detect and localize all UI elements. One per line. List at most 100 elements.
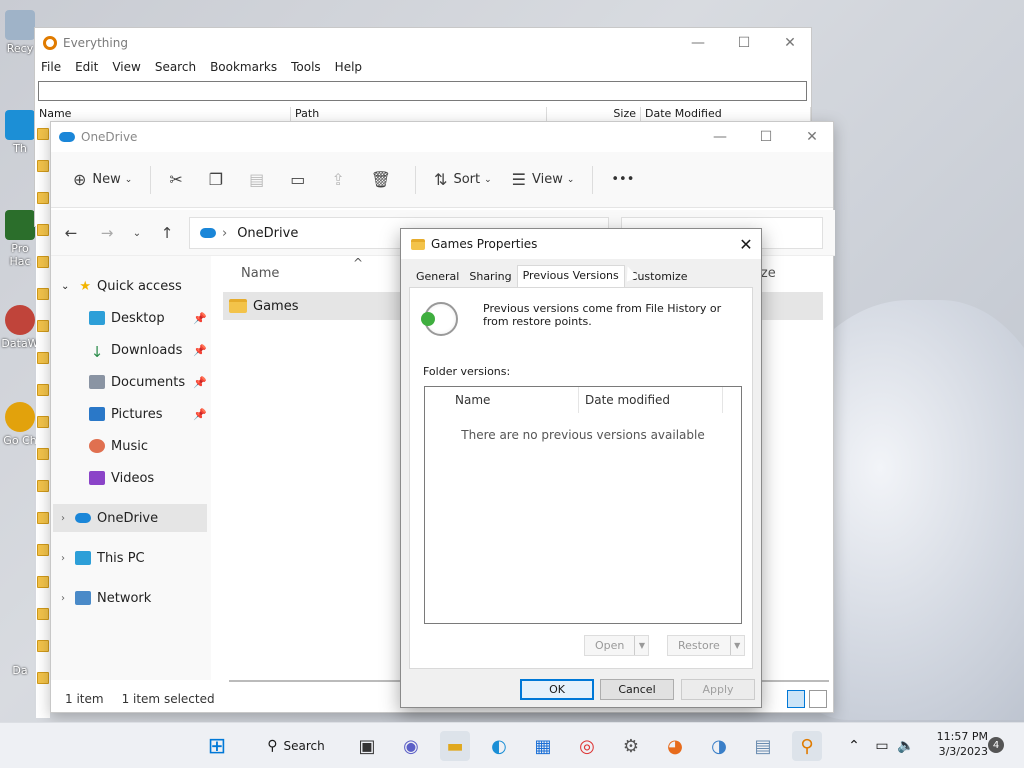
view-toggles xyxy=(787,690,827,708)
paste-button[interactable]: ▤ xyxy=(239,163,280,197)
chevron-down-icon: ⌄ xyxy=(566,174,575,185)
desktop-icon-6[interactable]: Da xyxy=(0,664,40,677)
everything-search-input[interactable] xyxy=(38,81,807,101)
maximize-icon[interactable]: ☐ xyxy=(721,28,767,58)
forward-arrow-icon[interactable]: → xyxy=(91,210,123,256)
everything-search-icon[interactable]: ⚲ xyxy=(792,731,822,761)
breadcrumb-separator-icon: › xyxy=(222,225,228,241)
date-text: 3/3/2023 xyxy=(938,745,988,758)
recent-locations-chevron-icon[interactable]: ⌄ xyxy=(121,210,153,256)
notification-badge[interactable]: 4 xyxy=(988,737,1004,753)
network-status-icon[interactable]: ▭ xyxy=(870,731,894,761)
restore-label: Restore xyxy=(678,639,720,652)
column-date-modified[interactable]: Date modified xyxy=(579,387,723,413)
new-button[interactable]: ⊕ New ⌄ xyxy=(63,163,142,197)
music-icon xyxy=(89,439,105,453)
open-split-button[interactable]: Open ▼ xyxy=(584,635,650,656)
tab-sharing[interactable]: Sharing xyxy=(464,267,516,287)
menu-file[interactable]: File xyxy=(41,60,61,78)
pin-icon: 📌 xyxy=(193,311,207,325)
desktop-icon-4[interactable]: DataW xyxy=(0,305,40,350)
sidebar-item-quick-access[interactable]: ⌄ ★ Quick access xyxy=(61,272,211,300)
sidebar-item-desktop[interactable]: Desktop 📌 xyxy=(89,304,207,332)
menu-view[interactable]: View xyxy=(112,60,140,78)
menu-bookmarks[interactable]: Bookmarks xyxy=(210,60,277,78)
delete-button[interactable]: 🗑 xyxy=(361,163,407,197)
view-list-icon: ☰ xyxy=(511,170,526,189)
menu-search[interactable]: Search xyxy=(155,60,196,78)
taskbar-search-button[interactable]: ⚲ Search xyxy=(254,731,338,761)
menu-help[interactable]: Help xyxy=(335,60,362,78)
sidebar-item-label: This PC xyxy=(97,550,145,566)
sidebar-item-onedrive[interactable]: › OneDrive xyxy=(53,504,207,532)
sidebar-item-music[interactable]: Music xyxy=(89,432,205,460)
tab-previous-versions[interactable]: Previous Versions xyxy=(516,265,625,287)
sidebar-item-network[interactable]: › Network xyxy=(61,584,211,612)
sidebar-item-documents[interactable]: Documents 📌 xyxy=(89,368,207,396)
desktop-icon-5[interactable]: Go Ch xyxy=(0,402,40,447)
share-button[interactable]: ⇪ xyxy=(321,163,360,197)
edge-browser-icon[interactable]: ◐ xyxy=(484,731,514,761)
more-options-button[interactable]: ••• xyxy=(601,163,644,197)
sidebar-item-this-pc[interactable]: › This PC xyxy=(61,544,211,572)
column-name[interactable]: Name xyxy=(425,387,579,413)
tiles-view-icon[interactable] xyxy=(809,690,827,708)
network-icon xyxy=(75,591,91,605)
app-eyes-icon[interactable]: ◑ xyxy=(704,731,734,761)
chevron-down-icon[interactable]: ▼ xyxy=(634,636,648,655)
minimize-icon[interactable]: — xyxy=(675,28,721,58)
menu-edit[interactable]: Edit xyxy=(75,60,98,78)
sidebar-item-videos[interactable]: Videos xyxy=(89,464,205,492)
column-name[interactable]: Name xyxy=(241,266,279,281)
search-label: Search xyxy=(283,739,325,753)
time-text: 11:57 PM xyxy=(936,730,988,743)
everything-file-column xyxy=(36,128,50,718)
rename-icon: ▭ xyxy=(290,170,306,189)
restore-split-button[interactable]: Restore ▼ xyxy=(667,635,745,656)
app-icon xyxy=(5,210,35,240)
chat-icon[interactable]: ◉ xyxy=(396,731,426,761)
chevron-right-icon: › xyxy=(61,592,65,604)
store-icon[interactable]: ▦ xyxy=(528,731,558,761)
settings-gear-icon[interactable]: ⚙ xyxy=(616,731,646,761)
volume-icon[interactable]: 🔈 xyxy=(894,731,918,761)
task-view-icon[interactable]: ▣ xyxy=(352,731,382,761)
menu-tools[interactable]: Tools xyxy=(291,60,321,78)
trash-icon: 🗑 xyxy=(370,170,392,189)
close-icon[interactable]: ✕ xyxy=(731,229,761,259)
file-explorer-icon[interactable]: ▬ xyxy=(440,731,470,761)
close-icon[interactable]: ✕ xyxy=(789,122,835,152)
details-view-icon[interactable] xyxy=(787,690,805,708)
ok-button[interactable]: OK xyxy=(520,679,594,700)
view-button[interactable]: ☰ View ⌄ xyxy=(502,163,585,197)
cloud-icon xyxy=(75,513,91,523)
window-controls: — ☐ ✕ xyxy=(697,122,835,152)
start-windows-icon[interactable]: ⊞ xyxy=(202,731,232,761)
dialog-titlebar[interactable]: Games Properties xyxy=(401,229,761,259)
chrome-icon[interactable]: ◎ xyxy=(572,731,602,761)
apply-button[interactable]: Apply xyxy=(681,679,755,700)
minimize-icon[interactable]: — xyxy=(697,122,743,152)
up-arrow-icon[interactable]: ↑ xyxy=(151,210,183,256)
close-icon[interactable]: ✕ xyxy=(767,28,813,58)
cancel-button[interactable]: Cancel xyxy=(600,679,674,700)
cut-button[interactable]: ✂ xyxy=(159,163,198,197)
sort-button[interactable]: ⇅ Sort ⌄ xyxy=(424,163,502,197)
chevron-down-icon[interactable]: ▼ xyxy=(729,636,744,655)
maximize-icon[interactable]: ☐ xyxy=(743,122,789,152)
sidebar-item-label: Network xyxy=(97,590,152,606)
copy-button[interactable]: ❐ xyxy=(199,163,239,197)
firefox-icon[interactable]: ◕ xyxy=(660,731,690,761)
chart-app-icon[interactable]: ▤ xyxy=(748,731,778,761)
app-icon xyxy=(5,402,35,432)
back-arrow-icon[interactable]: ← xyxy=(55,210,87,256)
clock[interactable]: 11:57 PM 3/3/2023 xyxy=(924,729,988,759)
sidebar-item-pictures[interactable]: Pictures 📌 xyxy=(89,400,207,428)
sort-icon: ⇅ xyxy=(434,170,448,189)
chevron-up-icon[interactable]: ⌃ xyxy=(842,731,866,761)
versions-list[interactable]: Name Date modified There are no previous… xyxy=(424,386,742,624)
sidebar-item-downloads[interactable]: ↓ Downloads 📌 xyxy=(89,336,207,364)
tab-general[interactable]: General xyxy=(411,267,464,287)
breadcrumb[interactable]: OneDrive xyxy=(237,226,298,241)
rename-button[interactable]: ▭ xyxy=(280,163,321,197)
